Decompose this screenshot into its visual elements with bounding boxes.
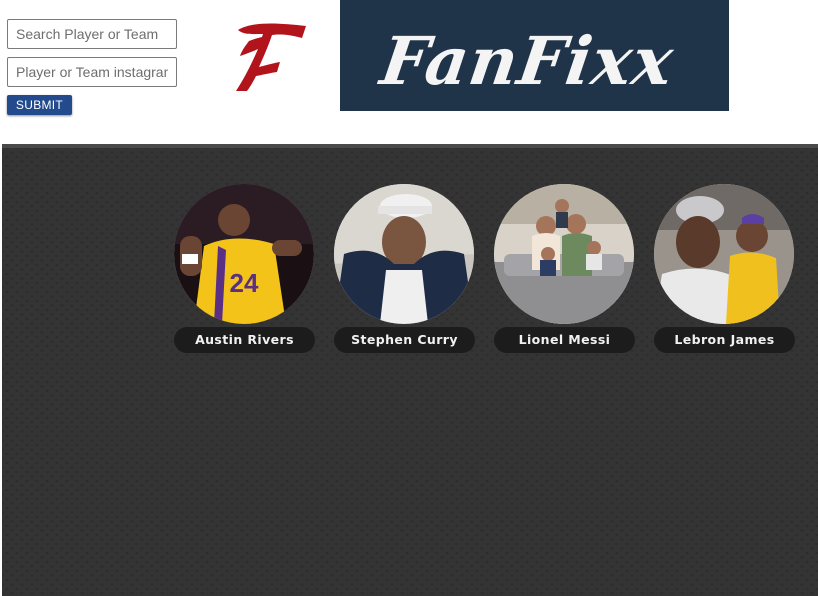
svg-text:24: 24 (230, 268, 259, 298)
search-form: SUBMIT (7, 19, 179, 115)
player-photo-image (334, 184, 474, 324)
player-photo-image (654, 184, 794, 324)
player-photo[interactable]: 24 (174, 184, 314, 324)
wordmark-text: FanFixx (374, 22, 679, 100)
player-card[interactable]: Lebron James (654, 184, 795, 353)
player-card[interactable]: Lionel Messi (494, 184, 635, 353)
fanfixx-mark-logo (232, 17, 308, 91)
player-card[interactable]: 24 Austin Rivers (174, 184, 315, 353)
fanfixx-banner-logo: FanFixx (340, 0, 729, 111)
page: SUBMIT FanFixx (0, 0, 818, 596)
fanfixx-wordmark: FanFixx (374, 22, 679, 100)
instagram-input[interactable] (7, 57, 177, 87)
players-section: 24 Austin Rivers Stephen Curry Lionel Me… (2, 144, 818, 596)
player-name[interactable]: Stephen Curry (334, 327, 475, 353)
player-name[interactable]: Lionel Messi (494, 327, 635, 353)
player-card[interactable]: Stephen Curry (334, 184, 475, 353)
player-photo-image (494, 184, 634, 324)
player-photo-image: 24 (174, 184, 314, 324)
player-photo[interactable] (494, 184, 634, 324)
player-search-input[interactable] (7, 19, 177, 49)
submit-button[interactable]: SUBMIT (7, 95, 72, 115)
player-photo[interactable] (334, 184, 474, 324)
player-photo[interactable] (654, 184, 794, 324)
player-name[interactable]: Austin Rivers (174, 327, 315, 353)
f-logo-icon (236, 23, 306, 91)
player-name[interactable]: Lebron James (654, 327, 795, 353)
